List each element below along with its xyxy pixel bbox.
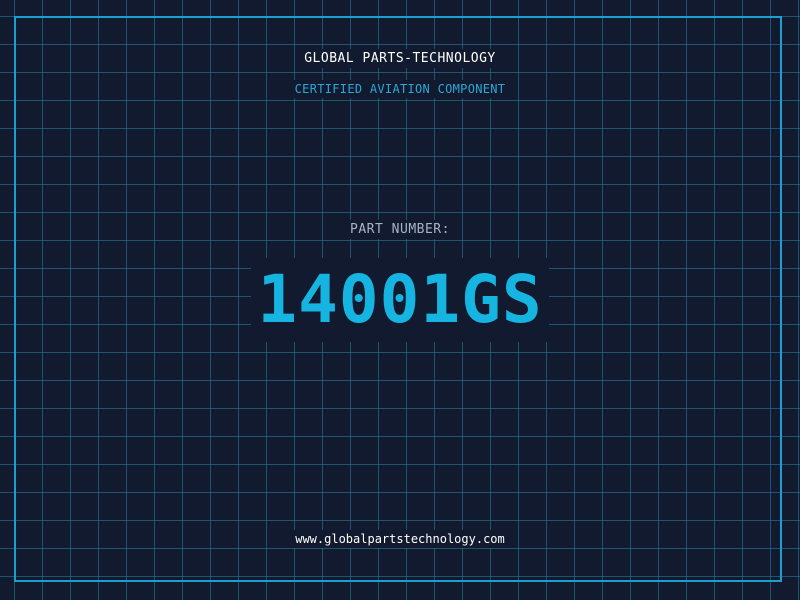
subtitle-row: CERTIFIED AVIATION COMPONENT [0, 80, 800, 98]
part-number-row: 14001GS [0, 258, 800, 342]
certification-subtitle: CERTIFIED AVIATION COMPONENT [288, 80, 512, 98]
part-number-value: 14001GS [251, 258, 549, 342]
website-url: www.globalpartstechnology.com [289, 530, 511, 548]
label-canvas: GLOBAL PARTS-TECHNOLOGY CERTIFIED AVIATI… [0, 0, 800, 600]
part-label-row: PART NUMBER: [0, 220, 800, 239]
website-row: www.globalpartstechnology.com [0, 530, 800, 548]
company-name: GLOBAL PARTS-TECHNOLOGY [298, 49, 502, 68]
company-name-row: GLOBAL PARTS-TECHNOLOGY [0, 49, 800, 68]
part-number-label: PART NUMBER: [344, 220, 456, 239]
